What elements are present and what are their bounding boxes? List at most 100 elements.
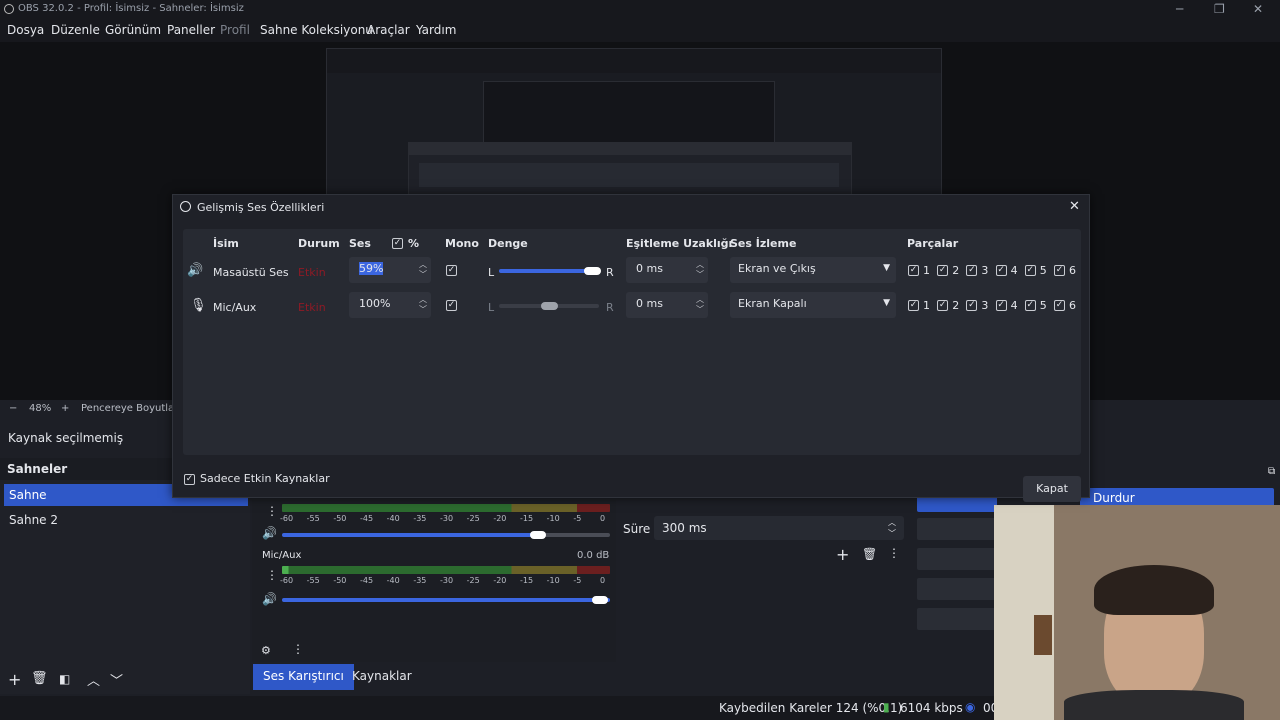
volume-slider-knob[interactable] [592, 596, 608, 604]
mixer-menu-icon[interactable]: ⋮ [292, 642, 304, 656]
move-down-icon[interactable]: ﹀ [110, 670, 123, 689]
record-button[interactable] [917, 518, 997, 540]
meter-scale-tick: -40 [386, 576, 400, 585]
header-name: İsim [213, 237, 239, 250]
volume-slider-knob[interactable] [530, 531, 546, 539]
source-status[interactable]: Etkin [298, 266, 326, 279]
menu-araclar[interactable]: Araçlar [367, 23, 410, 37]
track-checkbox[interactable]: ✓ [1024, 265, 1036, 276]
duration-input[interactable]: 300 ms ︿ ﹀ [654, 516, 904, 540]
percent-checkbox[interactable]: ✓ [392, 238, 403, 249]
track-checkbox[interactable]: ✓ [966, 300, 978, 311]
close-button[interactable]: Kapat [1023, 476, 1081, 502]
spin-up-icon[interactable]: ︿ [417, 260, 429, 269]
spin-down-icon[interactable]: ﹀ [417, 305, 429, 314]
sync-offset-input[interactable]: 0 ms ︿ ﹀ [626, 257, 708, 283]
track-checkbox[interactable]: ✓ [908, 300, 919, 311]
menu-dosya[interactable]: Dosya [7, 23, 44, 37]
speaker-icon[interactable]: 🔊 [262, 526, 277, 540]
track-checkbox[interactable]: ✓ [1054, 300, 1065, 311]
track-checkbox[interactable]: ✓ [937, 300, 949, 311]
source-name: Mic/Aux [213, 301, 257, 314]
scene-item[interactable]: Sahne 2 [4, 509, 248, 531]
add-transition-icon[interactable]: + [836, 545, 849, 564]
balance-slider-knob[interactable] [541, 302, 558, 310]
menu-yardim[interactable]: Yardım [416, 23, 456, 37]
volume-slider[interactable] [282, 598, 610, 602]
menu-profil[interactable]: Profil [220, 23, 250, 37]
move-up-icon[interactable]: ︿ [87, 670, 100, 689]
meter-scale: -60 -55 -50 -45 -40 -35 -30 -25 -20 -15 -10 -5 0 [280, 514, 612, 524]
no-source-label: Kaynak seçilmemiş [8, 431, 124, 445]
obs-logo-icon [180, 201, 191, 212]
meter-scale-tick: -10 [546, 514, 560, 523]
balance-right-label: R [606, 266, 614, 279]
nested-menubar [327, 49, 941, 73]
only-active-label[interactable]: Sadece Etkin Kaynaklar [200, 472, 330, 485]
track-label: 3 [981, 264, 989, 277]
mono-checkbox[interactable]: ✓ [446, 300, 457, 311]
mono-checkbox[interactable]: ✓ [446, 265, 457, 276]
remove-transition-icon[interactable]: 🗑 [862, 547, 877, 561]
menu-gorunum[interactable]: Görünüm [105, 23, 161, 37]
track-checkbox[interactable]: ✓ [995, 265, 1007, 276]
tab-sources[interactable]: Kaynaklar [342, 664, 422, 690]
track-checkbox[interactable]: ✓ [995, 300, 1007, 311]
balance-slider-knob[interactable] [584, 267, 601, 275]
spin-up-icon[interactable]: ︿ [694, 295, 706, 304]
spin-up-icon[interactable]: ︿ [694, 260, 706, 269]
sync-offset-input[interactable]: 0 ms ︿ ﹀ [626, 292, 708, 318]
volume-slider[interactable] [282, 533, 538, 537]
speaker-icon[interactable]: 🔊 [262, 592, 277, 606]
menu-sahne-koleksiyonu[interactable]: Sahne Koleksiyonu [260, 23, 373, 37]
meter-scale-tick: -30 [440, 576, 454, 585]
virtual-camera-button[interactable] [917, 548, 997, 570]
remove-scene-icon[interactable]: 🗑 [31, 671, 48, 686]
close-icon[interactable]: ✕ [1069, 199, 1080, 214]
volume-input[interactable]: 59% ︿ ﹀ [349, 257, 431, 283]
maximize-icon[interactable]: ❐ [1214, 2, 1225, 16]
spin-down-icon[interactable]: ﹀ [694, 305, 706, 314]
menu-paneller[interactable]: Paneller [167, 23, 215, 37]
monitoring-select[interactable]: Ekran ve Çıkış ▼ [730, 257, 896, 283]
track-checkbox[interactable]: ✓ [1054, 265, 1065, 276]
more-options-icon[interactable]: ⋮ [266, 568, 278, 582]
volume-input[interactable]: 100% ︿ ﹀ [349, 292, 431, 318]
spin-up-icon[interactable]: ︿ [417, 295, 429, 304]
track-checkbox[interactable]: ✓ [966, 265, 978, 276]
only-active-checkbox[interactable]: ✓ [184, 474, 195, 485]
track-checkbox[interactable]: ✓ [937, 265, 949, 276]
close-icon[interactable]: ✕ [1253, 2, 1263, 16]
track-checkbox[interactable]: ✓ [1024, 300, 1036, 311]
more-options-icon[interactable]: ⋮ [266, 504, 278, 518]
spin-down-icon[interactable]: ﹀ [888, 528, 896, 539]
track-checkbox[interactable]: ✓ [908, 265, 919, 276]
menu-duzenle[interactable]: Düzenle [51, 23, 100, 37]
tab-audio-mixer[interactable]: Ses Karıştırıcı [253, 664, 354, 690]
source-status[interactable]: Etkin [298, 301, 326, 314]
chevron-down-icon: ▼ [883, 298, 890, 308]
studio-mode-button[interactable] [917, 578, 997, 600]
undock-icon[interactable]: ⧉ [1268, 466, 1275, 477]
settings-button[interactable] [917, 608, 997, 630]
mixer-settings-icon[interactable]: ⚙ [261, 644, 271, 657]
scene-filters-icon[interactable]: ◧ [59, 672, 70, 686]
chevron-down-icon: ▼ [883, 263, 890, 273]
track-label: 5 [1039, 299, 1047, 312]
spin-up-icon[interactable]: ︿ [888, 517, 896, 528]
spin-down-icon[interactable]: ﹀ [417, 270, 429, 279]
monitoring-select[interactable]: Ekran Kapalı ▼ [730, 292, 896, 318]
zoom-in-button[interactable]: + [61, 403, 69, 414]
meter-scale-tick: -55 [306, 576, 320, 585]
volume-meter [282, 504, 610, 512]
meter-scale-tick: -40 [386, 514, 400, 523]
signal-icon: ▮ [883, 700, 890, 714]
zoom-out-button[interactable]: − [9, 403, 17, 414]
meter-scale-tick: -60 [280, 514, 294, 523]
channel-name: Mic/Aux [262, 550, 302, 561]
transition-menu-icon[interactable]: ⋮ [888, 546, 900, 560]
header-mono: Mono [445, 237, 479, 250]
spin-down-icon[interactable]: ﹀ [694, 270, 706, 279]
add-scene-icon[interactable]: + [8, 670, 21, 689]
minimize-icon[interactable]: ─ [1176, 2, 1183, 16]
